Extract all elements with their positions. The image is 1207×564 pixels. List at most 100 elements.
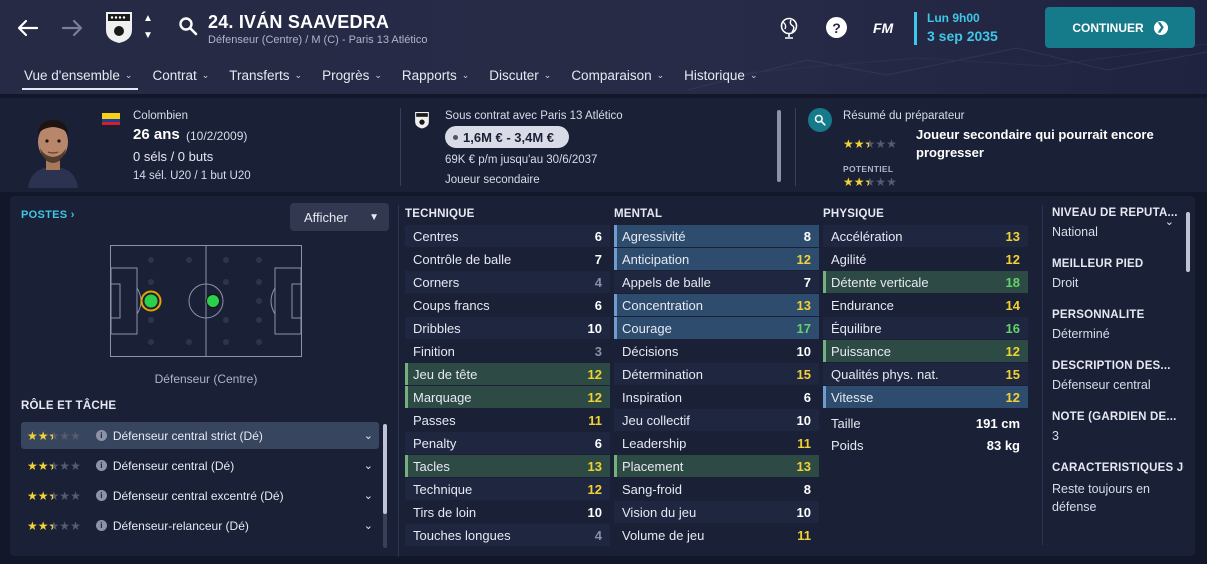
attribute-name: Tirs de loin <box>413 504 477 520</box>
attribute-row[interactable]: Centres 6 <box>405 225 610 247</box>
info-icon[interactable]: i <box>95 430 107 441</box>
fm-menu-button[interactable]: FM <box>873 20 893 36</box>
tab-label: Vue d'ensemble <box>24 67 120 83</box>
attribute-row[interactable]: Volume de jeu 11 <box>614 524 819 546</box>
tab-label: Historique <box>684 67 745 83</box>
attribute-name: Courage <box>622 320 672 336</box>
attribute-row[interactable]: Appels de balle 7 <box>614 271 819 293</box>
info-icon[interactable]: i <box>95 490 107 501</box>
mental-heading: MENTAL <box>614 208 663 220</box>
player-switch-stepper[interactable]: ▲ ▼ <box>142 13 154 41</box>
attribute-row[interactable]: Sang-froid 8 <box>614 478 819 500</box>
chevron-down-icon[interactable]: ⌄ <box>1165 215 1174 228</box>
attribute-row[interactable]: Endurance 14 <box>823 294 1028 316</box>
attribute-row[interactable]: Concentration 13 <box>614 294 819 316</box>
tab-overview[interactable]: Vue d'ensemble ⌄ <box>14 64 142 90</box>
attribute-row[interactable]: Placement 13 <box>614 455 819 477</box>
attribute-value: 14 <box>1005 297 1020 313</box>
role-row[interactable]: ★★★★★★ i Défenseur central (Dé) ⌄ <box>21 452 379 479</box>
attribute-row[interactable]: Équilibre 16 <box>823 317 1028 339</box>
scrollbar-thumb[interactable] <box>383 424 387 514</box>
attribute-row[interactable]: Courage 17 <box>614 317 819 339</box>
attribute-row[interactable]: Technique 12 <box>405 478 610 500</box>
attribute-name: Inspiration <box>622 389 682 405</box>
chevron-down-icon[interactable]: ▼ <box>143 30 153 41</box>
chevron-down-icon[interactable]: ⌄ <box>364 519 373 532</box>
attribute-row[interactable]: Vision du jeu 10 <box>614 501 819 523</box>
attribute-row[interactable]: Vitesse 12 <box>823 386 1028 408</box>
attribute-row[interactable]: Jeu collectif 10 <box>614 409 819 431</box>
attribute-row[interactable]: Touches longues 4 <box>405 524 610 546</box>
info-icon[interactable]: i <box>95 460 107 471</box>
u20-caps: 14 sél. U20 / 1 but U20 <box>133 170 251 182</box>
tab-contract[interactable]: Contrat ⌄ <box>142 64 219 90</box>
club-crest-icon[interactable] <box>104 10 134 44</box>
attribute-row[interactable]: Puissance 12 <box>823 340 1028 362</box>
attribute-row[interactable]: Coups francs 6 <box>405 294 610 316</box>
attribute-row[interactable]: Agilité 12 <box>823 248 1028 270</box>
chevron-down-icon[interactable]: ⌄ <box>364 429 373 442</box>
attribute-row[interactable]: Contrôle de balle 7 <box>405 248 610 270</box>
attribute-row[interactable]: Corners 4 <box>405 271 610 293</box>
value-range-badge[interactable]: 1,6M € - 3,4M € <box>445 126 569 148</box>
attribute-row[interactable]: Détermination 15 <box>614 363 819 385</box>
role-row[interactable]: ★★★★★★ i Défenseur central excentré (Dé)… <box>21 482 379 509</box>
chevron-up-icon[interactable]: ▲ <box>143 13 153 24</box>
scout-search-icon[interactable] <box>808 108 832 132</box>
attribute-row[interactable]: Inspiration 6 <box>614 386 819 408</box>
attribute-name: Leadership <box>622 435 687 451</box>
positions-link[interactable]: POSTES › <box>21 209 75 221</box>
back-arrow-icon[interactable] <box>14 14 42 42</box>
search-icon[interactable] <box>178 16 198 41</box>
attribute-name: Décisions <box>622 343 679 359</box>
attribute-row[interactable]: Agressivité 8 <box>614 225 819 247</box>
attribute-row[interactable]: Décisions 10 <box>614 340 819 362</box>
help-icon[interactable]: ? <box>826 17 847 38</box>
show-dropdown[interactable]: Afficher ▼ <box>290 203 389 231</box>
attribute-name: Vitesse <box>831 389 874 405</box>
info-icon[interactable]: i <box>95 520 107 531</box>
info-scrollbar[interactable] <box>777 110 781 182</box>
tab-reports[interactable]: Rapports ⌄ <box>392 64 479 90</box>
forward-arrow-icon[interactable] <box>58 14 86 42</box>
chevron-down-icon[interactable]: ⌄ <box>364 489 373 502</box>
attribute-value: 12 <box>1005 389 1020 405</box>
continue-button[interactable]: CONTINUER ❯ <box>1045 7 1195 48</box>
attribute-row[interactable]: Finition 3 <box>405 340 610 362</box>
chevron-down-icon[interactable]: ⌄ <box>364 459 373 472</box>
height-label: Taille <box>831 415 861 431</box>
attribute-value: 10 <box>587 320 602 336</box>
reputation-block[interactable]: NIVEAU DE RÉPUTA... ⌄ National <box>1052 207 1192 258</box>
role-name: Défenseur-relanceur (Dé) <box>112 518 249 533</box>
attribute-value: 13 <box>796 297 811 313</box>
date-accent-bar <box>914 12 917 45</box>
tab-transfers[interactable]: Transferts ⌄ <box>219 64 312 90</box>
attribute-row[interactable]: Dribbles 10 <box>405 317 610 339</box>
roles-scrollbar[interactable] <box>383 424 387 548</box>
attribute-row[interactable]: Tacles 13 <box>405 455 610 477</box>
attribute-row[interactable]: Anticipation 12 <box>614 248 819 270</box>
role-row[interactable]: ★★★★★★ i Défenseur central strict (Dé) ⌄ <box>21 422 379 449</box>
role-row[interactable]: ★★★★★★ i Défenseur-relanceur (Dé) ⌄ <box>21 512 379 539</box>
attribute-row[interactable]: Jeu de tête 12 <box>405 363 610 385</box>
attribute-row[interactable]: Marquage 12 <box>405 386 610 408</box>
tab-history[interactable]: Historique ⌄ <box>674 64 767 90</box>
attribute-name: Centres <box>413 228 459 244</box>
attribute-row[interactable]: Passes 11 <box>405 409 610 431</box>
attribute-row[interactable]: Leadership 11 <box>614 432 819 454</box>
tab-label: Transferts <box>229 67 290 83</box>
tab-discuss[interactable]: Discuter ⌄ <box>479 64 561 90</box>
attribute-row[interactable]: Détente verticale 18 <box>823 271 1028 293</box>
tab-progress[interactable]: Progrès ⌄ <box>312 64 392 90</box>
tab-label: Progrès <box>322 67 370 83</box>
chevron-down-icon: ⌄ <box>749 69 758 80</box>
attribute-row[interactable]: Penalty 6 <box>405 432 610 454</box>
attribute-value: 11 <box>797 435 811 451</box>
right-scrollbar[interactable] <box>1186 212 1190 272</box>
attribute-row[interactable]: Tirs de loin 10 <box>405 501 610 523</box>
attribute-row[interactable]: Qualités phys. nat. 15 <box>823 363 1028 385</box>
international-caps: 0 séls / 0 buts <box>133 149 214 164</box>
attribute-row[interactable]: Accélération 13 <box>823 225 1028 247</box>
world-globe-icon[interactable] <box>779 17 799 44</box>
tab-comparison[interactable]: Comparaison ⌄ <box>561 64 674 90</box>
